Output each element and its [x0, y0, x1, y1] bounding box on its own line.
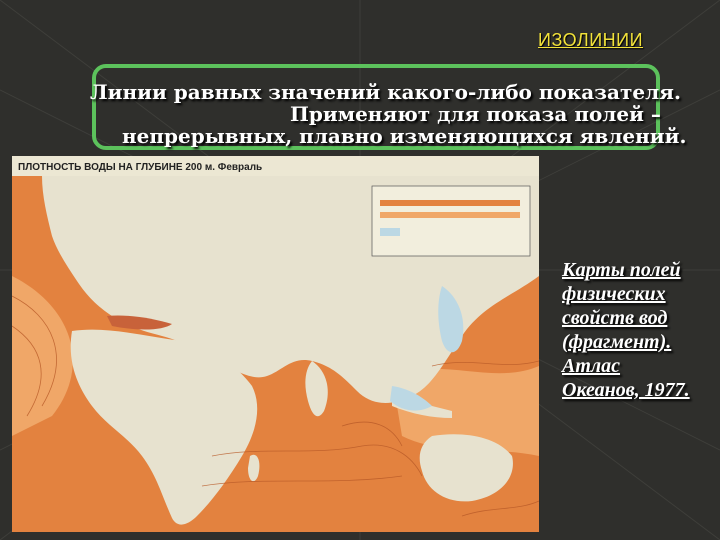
map-image: ПЛОТНОСТЬ ВОДЫ НА ГЛУБИНЕ 200 м. Февраль: [12, 156, 539, 532]
slide-title: ИЗОЛИНИИ: [538, 30, 644, 50]
definition-line-1: Линии равных значений какого-либо показа…: [90, 80, 681, 104]
caption-line-3: свойств вод: [562, 307, 668, 329]
caption-line-5: Атлас: [562, 355, 621, 377]
legend-scale-bar: [380, 200, 520, 206]
legend-scale-bar-light: [380, 212, 520, 218]
caption-line-6: Океанов, 1977.: [562, 379, 690, 401]
legend-shallow-swatch: [380, 228, 400, 236]
map-caption: Карты полей физических свойств вод (фраг…: [562, 258, 712, 402]
definition-line-3: непрерывных, плавно изменяющихся явлений…: [122, 124, 687, 148]
caption-line-2: физических: [562, 283, 666, 305]
map-legend: [371, 185, 531, 257]
definition-line-2: Применяют для показа полей –: [290, 102, 661, 126]
caption-line-4: (фрагмент).: [562, 331, 672, 353]
map-header-text: ПЛОТНОСТЬ ВОДЫ НА ГЛУБИНЕ 200 м. Февраль: [18, 162, 262, 173]
caption-line-1: Карты полей: [562, 259, 681, 281]
density-map: ПЛОТНОСТЬ ВОДЫ НА ГЛУБИНЕ 200 м. Февраль: [12, 156, 539, 532]
